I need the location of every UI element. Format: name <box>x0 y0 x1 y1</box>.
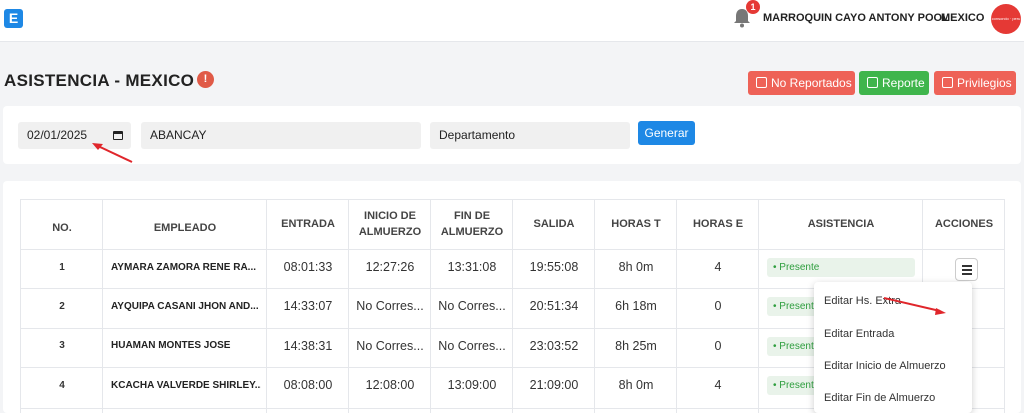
cell-inicio: 12:08:00 <box>365 378 415 392</box>
cell-empleado: AYMARA ZAMORA RENE RA... <box>111 262 257 273</box>
cell-horas-e: 4 <box>714 260 722 274</box>
cell-horas-t: 8h 0m <box>618 260 654 274</box>
city-select[interactable]: ABANCAY <box>141 122 421 149</box>
top-navbar: E 1 MARROQUIN CAYO ANTONY POOL MEXICO co… <box>0 0 1024 42</box>
reporte-button[interactable]: Reporte <box>859 71 929 95</box>
user-name[interactable]: MARROQUIN CAYO ANTONY POOL <box>763 12 949 24</box>
cell-entrada: 14:38:31 <box>283 339 333 353</box>
cell-salida: 19:55:08 <box>529 260 579 274</box>
row-actions-dropdown: Editar Hs. Extra Editar Entrada Editar I… <box>814 282 972 413</box>
header-fin-line1: FIN DE <box>453 210 491 222</box>
cell-horas-t: 8h 0m <box>618 378 654 392</box>
cell-empleado: KCACHA VALVERDE SHIRLEY... <box>111 380 261 391</box>
header-entrada: ENTRADA <box>281 218 335 230</box>
reporte-label: Reporte <box>882 76 925 90</box>
privilegios-label: Privilegios <box>957 76 1012 90</box>
header-fin-almuerzo: FIN DE ALMUERZO <box>431 208 513 240</box>
header-no: NO. <box>52 222 72 234</box>
date-value: 02/01/2025 <box>27 128 88 142</box>
unlock-icon <box>756 77 767 88</box>
cell-empleado: AYQUIPA CASANI JHON AND... <box>111 301 259 312</box>
no-reportados-label: No Reportados <box>771 76 852 90</box>
department-select[interactable]: Departamento <box>430 122 630 149</box>
cell-inicio: 12:27:26 <box>365 260 415 274</box>
info-icon[interactable]: ! <box>197 71 214 88</box>
page-title: ASISTENCIA - MEXICO <box>4 71 195 90</box>
cell-no: 1 <box>59 262 65 273</box>
menu-item-editar-hs-extra[interactable]: Editar Hs. Extra <box>824 295 901 307</box>
cell-horas-e: 4 <box>714 378 722 392</box>
menu-item-editar-inicio-almuerzo[interactable]: Editar Inicio de Almuerzo <box>824 360 946 372</box>
filter-card: 02/01/2025 ABANCAY Departamento Generar <box>3 106 1021 164</box>
header-horas-e: HORAS E <box>692 218 744 230</box>
cell-fin: 13:31:08 <box>447 260 497 274</box>
cell-salida: 21:09:00 <box>529 378 579 392</box>
header-inicio-line2: ALMUERZO <box>358 226 422 238</box>
header-inicio-line1: INICIO DE <box>364 210 416 222</box>
cell-no: 4 <box>59 380 65 391</box>
document-icon <box>867 77 878 88</box>
header-inicio-almuerzo: INICIO DE ALMUERZO <box>349 208 431 240</box>
avatar[interactable]: consorcio · peru <box>991 4 1021 34</box>
no-reportados-button[interactable]: No Reportados <box>748 71 855 95</box>
status-badge: • Presente <box>767 258 915 277</box>
cell-horas-e: 0 <box>714 299 722 313</box>
cell-horas-e: 0 <box>714 339 722 353</box>
cell-horas-t: 6h 18m <box>615 299 657 313</box>
cell-entrada: 08:01:33 <box>283 260 333 274</box>
cell-horas-t: 8h 25m <box>615 339 657 353</box>
cell-empleado: HUAMAN MONTES JOSE <box>111 340 231 351</box>
cell-salida: 23:03:52 <box>529 339 579 353</box>
cell-fin: No Corres... <box>438 339 506 353</box>
cell-fin: No Corres... <box>438 299 506 313</box>
cell-fin: 13:09:00 <box>447 378 497 392</box>
country-label[interactable]: MEXICO <box>941 12 984 24</box>
cell-inicio: No Corres... <box>356 299 424 313</box>
cell-no: 3 <box>59 340 65 351</box>
menu-line <box>962 273 972 275</box>
header-horas-t: HORAS T <box>611 218 661 230</box>
unlock-icon <box>942 77 953 88</box>
header-fin-line2: ALMUERZO <box>440 226 504 238</box>
header-asistencia: ASISTENCIA <box>807 218 875 230</box>
cell-entrada: 14:33:07 <box>283 299 333 313</box>
menu-item-editar-fin-almuerzo[interactable]: Editar Fin de Almuerzo <box>824 392 935 404</box>
cell-no: 2 <box>59 301 65 312</box>
header-empleado: EMPLEADO <box>153 222 217 234</box>
generate-button[interactable]: Generar <box>638 121 695 145</box>
menu-line <box>962 269 972 271</box>
row-actions-button[interactable] <box>955 258 978 281</box>
privilegios-button[interactable]: Privilegios <box>934 71 1016 95</box>
notification-badge: 1 <box>746 0 760 14</box>
header-acciones: ACCIONES <box>934 218 994 230</box>
calendar-icon[interactable] <box>113 131 123 140</box>
menu-item-editar-entrada[interactable]: Editar Entrada <box>824 328 894 340</box>
cell-inicio: No Corres... <box>356 339 424 353</box>
header-salida: SALIDA <box>533 218 575 230</box>
cell-salida: 20:51:34 <box>529 299 579 313</box>
cell-entrada: 08:08:00 <box>283 378 333 392</box>
app-logo[interactable]: E <box>4 9 23 28</box>
menu-line <box>962 265 972 267</box>
date-input[interactable]: 02/01/2025 <box>18 122 131 149</box>
